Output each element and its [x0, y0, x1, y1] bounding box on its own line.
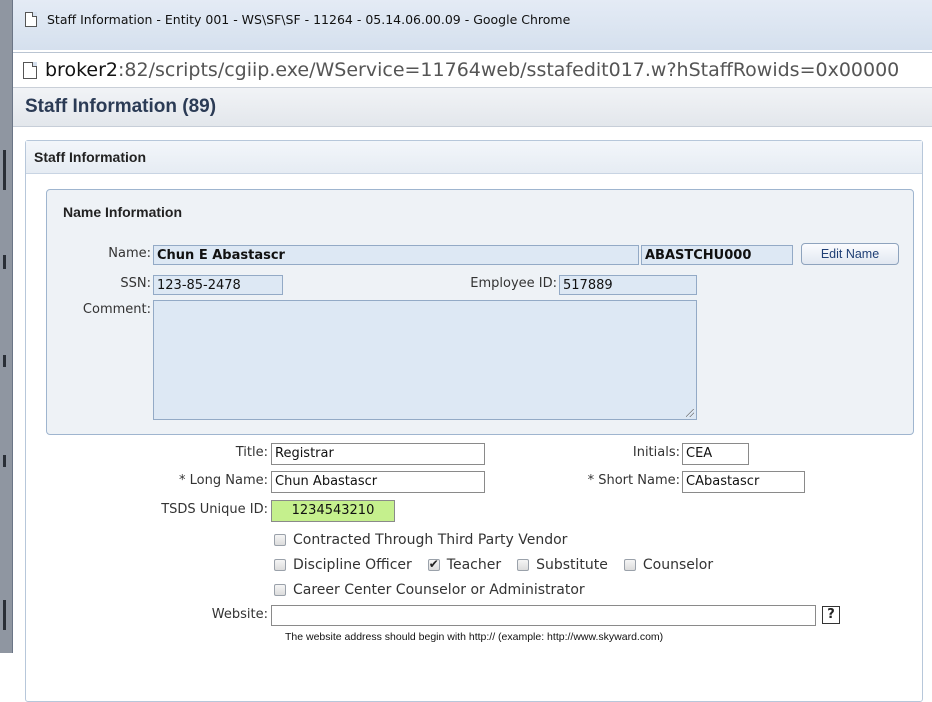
- checkbox-icon[interactable]: [274, 534, 286, 546]
- teacher-checkbox[interactable]: Teacher: [427, 557, 502, 573]
- substitute-checkbox[interactable]: Substitute: [517, 557, 608, 573]
- counselor-checkbox[interactable]: Counselor: [623, 557, 714, 573]
- group-title: Name Information: [63, 204, 183, 220]
- help-icon[interactable]: ?: [822, 606, 840, 624]
- contracted-checkbox[interactable]: Contracted Through Third Party Vendor: [274, 532, 567, 548]
- checkbox-icon[interactable]: [623, 559, 636, 571]
- career-center-checkbox[interactable]: Career Center Counselor or Administrator: [274, 582, 585, 598]
- name-label: Name:: [108, 246, 151, 261]
- title-label: Title:: [235, 445, 268, 460]
- comment-textarea[interactable]: [153, 300, 697, 420]
- initials-label: Initials:: [632, 445, 680, 460]
- website-hint: The website address should begin with ht…: [285, 631, 664, 643]
- comment-label: Comment:: [82, 302, 151, 317]
- edge-mark: [3, 255, 6, 269]
- name-information-group: Name Information Name: Chun E Abastascr …: [46, 189, 914, 435]
- discipline-officer-label: Discipline Officer: [293, 557, 412, 573]
- short-name-input[interactable]: CAbastascr: [682, 471, 805, 493]
- window-title: Staff Information - Entity 001 - WS\SF\S…: [47, 11, 571, 27]
- page-icon: [23, 61, 37, 79]
- background-window-edge: [0, 0, 12, 653]
- long-name-input[interactable]: Chun Abastascr: [271, 471, 485, 493]
- ssn-field: 123-85-2478: [153, 275, 283, 295]
- employee-id-label: Employee ID:: [470, 276, 557, 291]
- checkbox-row-contracted: Contracted Through Third Party Vendor: [274, 532, 583, 548]
- edge-mark: [3, 355, 6, 367]
- short-name-label: * Short Name:: [587, 473, 680, 488]
- title-bar: Staff Information - Entity 001 - WS\SF\S…: [13, 0, 932, 50]
- resize-grip-icon[interactable]: [686, 409, 694, 417]
- website-input[interactable]: [271, 605, 816, 626]
- long-name-label: * Long Name:: [179, 473, 268, 488]
- browser-window: Staff Information - Entity 001 - WS\SF\S…: [12, 0, 932, 702]
- initials-input[interactable]: CEA: [682, 443, 749, 465]
- page-title: Staff Information (89): [13, 88, 932, 127]
- counselor-label: Counselor: [642, 557, 714, 573]
- url-path: :82/scripts/cgiip.exe/WService=11764web/…: [118, 59, 900, 81]
- edge-mark: [3, 150, 6, 190]
- checkbox-icon[interactable]: [517, 559, 530, 571]
- name-key-field: ABASTCHU000: [641, 245, 793, 265]
- ssn-label: SSN:: [120, 276, 151, 291]
- address-bar[interactable]: broker2:82/scripts/cgiip.exe/WService=11…: [13, 52, 932, 88]
- contracted-label: Contracted Through Third Party Vendor: [293, 532, 568, 548]
- page-content: Staff Information (89) Staff Information…: [13, 88, 932, 702]
- teacher-label: Teacher: [446, 557, 502, 573]
- edge-mark: [3, 455, 6, 467]
- discipline-officer-checkbox[interactable]: Discipline Officer: [274, 557, 412, 573]
- title-input[interactable]: Registrar: [271, 443, 485, 465]
- panel-title: Staff Information: [26, 141, 922, 174]
- substitute-label: Substitute: [536, 557, 608, 573]
- checked-checkbox-icon[interactable]: [427, 557, 440, 571]
- window-title-row: Staff Information - Entity 001 - WS\SF\S…: [13, 8, 932, 30]
- checkbox-row-career: Career Center Counselor or Administrator: [274, 582, 601, 598]
- name-field: Chun E Abastascr: [153, 245, 639, 265]
- edit-name-button[interactable]: Edit Name: [801, 243, 899, 265]
- staff-information-panel: Staff Information Name Information Name:…: [25, 140, 923, 702]
- page-icon: [25, 11, 37, 27]
- checkbox-icon[interactable]: [274, 584, 286, 596]
- url-host: broker2: [45, 59, 118, 81]
- tsds-unique-id-input[interactable]: 1234543210: [271, 500, 395, 522]
- checkbox-row-roles: Discipline Officer Teacher Substitute Co…: [274, 557, 729, 573]
- website-label: Website:: [211, 607, 268, 622]
- edge-mark: [3, 600, 6, 630]
- tsds-label: TSDS Unique ID:: [161, 502, 268, 517]
- employee-id-field: 517889: [559, 275, 697, 295]
- career-center-label: Career Center Counselor or Administrator: [293, 582, 585, 598]
- checkbox-icon[interactable]: [274, 559, 286, 571]
